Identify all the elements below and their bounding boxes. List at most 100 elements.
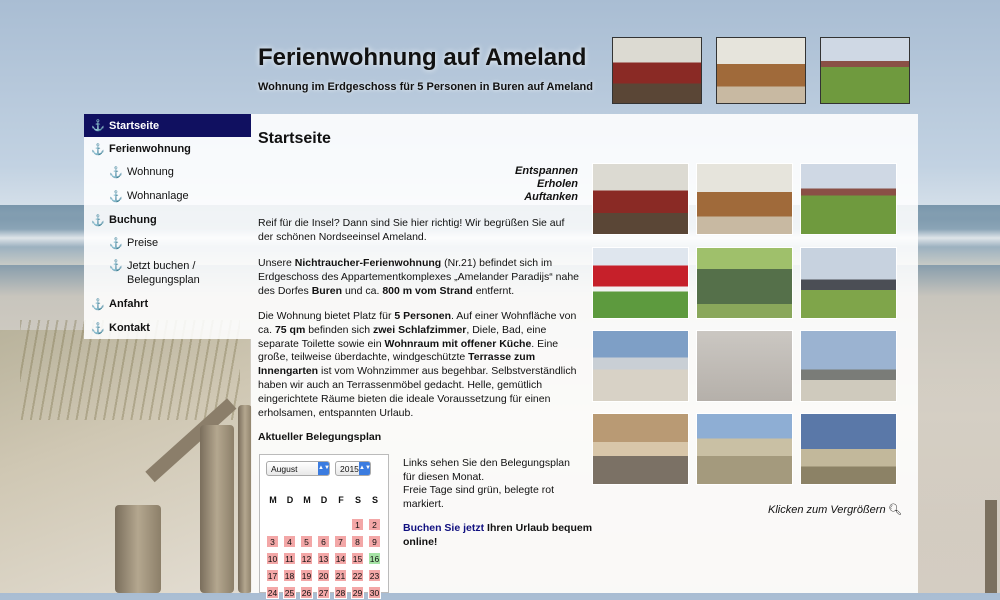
anchor-icon: ⚓: [91, 143, 105, 156]
gallery-photo-lighthouse[interactable]: [800, 413, 897, 485]
calendar-day: 11: [283, 552, 296, 565]
main-content: Startseite Entspannen Erholen Auftanken …: [251, 114, 918, 599]
calendar-day: 18: [283, 569, 296, 582]
calendar-day: 15: [351, 552, 364, 565]
anchor-icon: ⚓: [109, 166, 123, 179]
nav-label: Jetzt buchen / Belegungsplan: [127, 259, 200, 287]
calendar-day: 16: [368, 552, 381, 565]
calendar-day: 20: [317, 569, 330, 582]
anchor-icon: ⚓: [109, 190, 123, 203]
calendar-note-line: Links sehen Sie den Belegungsplan für di…: [403, 457, 570, 483]
calendar-day: 19: [300, 569, 313, 582]
gallery-photo-pond[interactable]: [696, 247, 793, 319]
header-photo-field: [820, 37, 910, 104]
main-navigation: ⚓ Startseite ⚓ Ferienwohnung ⚓ Wohnung ⚓…: [84, 114, 251, 339]
calendar-day: 10: [266, 552, 279, 565]
right-fence-post: [985, 500, 997, 593]
nav-label: Wohnung: [127, 166, 174, 178]
slogan-line: Erholen: [537, 178, 578, 190]
nav-item-startseite[interactable]: ⚓ Startseite: [84, 114, 251, 137]
site-title: Ferienwohnung auf Ameland: [258, 44, 587, 71]
calendar-day: 21: [334, 569, 347, 582]
nav-label: Startseite: [109, 119, 160, 132]
month-value: August: [271, 464, 298, 474]
gallery-photo-beach[interactable]: [592, 330, 689, 402]
site-subtitle: Wohnung im Erdgeschoss für 5 Personen in…: [258, 81, 593, 93]
gallery-photo-living-room[interactable]: [592, 163, 689, 235]
calendar-note: Links sehen Sie den Belegungsplan für di…: [403, 457, 578, 511]
gallery-photo-sunset[interactable]: [592, 413, 689, 485]
year-value: 2015: [340, 464, 359, 474]
nav-item-anfahrt[interactable]: ⚓ Anfahrt: [84, 293, 251, 315]
slogan-line: Auftanken: [524, 191, 578, 203]
booking-call-to-action: Buchen Sie jetzt Ihren Urlaub bequem onl…: [403, 522, 593, 549]
nav-label-line2: Belegungsplan: [127, 274, 200, 286]
zoom-hint: Klicken zum Vergrößern: [768, 504, 886, 516]
text-bold: Buren: [311, 284, 343, 297]
calendar-note-line: Freie Tage sind grün, belegte rot markie…: [403, 484, 554, 510]
book-now-link[interactable]: Buchen Sie jetzt: [403, 522, 484, 534]
text-run: und ca.: [342, 284, 383, 297]
calendar-day: 5: [300, 535, 313, 548]
text-run: Unsere: [258, 257, 295, 269]
calendar-day: 23: [368, 569, 381, 582]
text-bold: 800 m vom Strand: [382, 284, 473, 297]
gallery-photo-bikes[interactable]: [800, 330, 897, 402]
nav-item-ferienwohnung[interactable]: ⚓ Ferienwohnung: [84, 138, 251, 160]
anchor-icon: ⚓: [91, 298, 105, 311]
month-select[interactable]: August ▲▼: [266, 461, 330, 476]
nav-item-kontakt[interactable]: ⚓ Kontakt: [84, 317, 251, 339]
calendar-weekday: M: [269, 495, 277, 505]
text-bold: 75 qm: [274, 323, 306, 336]
calendar-weekday: S: [371, 495, 378, 505]
intro-paragraph: Reif für die Insel? Dann sind Sie hier r…: [258, 217, 580, 245]
nav-item-buchung[interactable]: ⚓ Buchung: [84, 209, 251, 231]
apartment-location-paragraph: Unsere Nichtraucher-Ferienwohnung (Nr.21…: [258, 257, 580, 298]
anchor-icon: ⚓: [109, 237, 123, 250]
calendar-weekday: D: [320, 495, 328, 505]
anchor-icon: ⚓: [91, 322, 105, 335]
calendar-weekday: F: [338, 495, 344, 505]
calendar-day: 6: [317, 535, 330, 548]
fence-post: [115, 505, 161, 593]
calendar-weekday: D: [286, 495, 294, 505]
gallery-photo-dune[interactable]: [696, 413, 793, 485]
calendar-day: 3: [266, 535, 279, 548]
gallery-photo-dining-room[interactable]: [696, 163, 793, 235]
calendar-day: 9: [368, 535, 381, 548]
nav-item-wohnung[interactable]: ⚓ Wohnung: [84, 161, 251, 183]
text-run: befinden sich: [305, 323, 374, 336]
fence-post: [238, 405, 252, 593]
nav-label: Preise: [127, 237, 159, 249]
anchor-icon: ⚓: [91, 214, 105, 227]
gallery-photo-sign[interactable]: [592, 247, 689, 319]
select-arrow-icon: ▲▼: [359, 462, 371, 475]
nav-label: Kontakt: [109, 322, 150, 334]
occupancy-heading: Aktueller Belegungsplan: [258, 431, 382, 443]
nav-label: Ferienwohnung: [109, 143, 191, 155]
gallery-photo-statue[interactable]: [800, 247, 897, 319]
slogan: Entspannen Erholen Auftanken: [515, 165, 578, 204]
nav-item-preise[interactable]: ⚓ Preise: [84, 232, 251, 254]
anchor-icon: ⚓: [91, 120, 105, 132]
nav-label: Wohnanlage: [127, 190, 189, 202]
description-text: Die Wohnung bietet Platz für 5 Personen.…: [258, 310, 580, 420]
gallery-photo-field[interactable]: [800, 163, 897, 235]
calendar-day: 7: [334, 535, 347, 548]
gallery-photo-sand-writing[interactable]: [696, 330, 793, 402]
nav-item-jetzt-buchen[interactable]: ⚓ Jetzt buchen / Belegungsplan: [84, 259, 251, 289]
calendar-day: 8: [351, 535, 364, 548]
header-photo-dining-room: [716, 37, 806, 104]
text-run: Die Wohnung bietet Platz für: [258, 310, 395, 322]
text-run: entfernt.: [472, 284, 515, 297]
calendar-day: 13: [317, 552, 330, 565]
location-text: Unsere Nichtraucher-Ferienwohnung (Nr.21…: [258, 257, 580, 298]
nav-label: Buchung: [109, 214, 157, 226]
nav-item-wohnanlage[interactable]: ⚓ Wohnanlage: [84, 185, 251, 207]
year-select[interactable]: 2015 ▲▼: [335, 461, 371, 476]
text-bold: Nichtraucher-Ferienwohnung: [294, 257, 442, 269]
magnifier-icon[interactable]: 🔍︎: [888, 503, 902, 516]
calendar-day: 22: [351, 569, 364, 582]
intro-text: Reif für die Insel? Dann sind Sie hier r…: [258, 217, 565, 243]
anchor-icon: ⚓: [109, 260, 123, 272]
